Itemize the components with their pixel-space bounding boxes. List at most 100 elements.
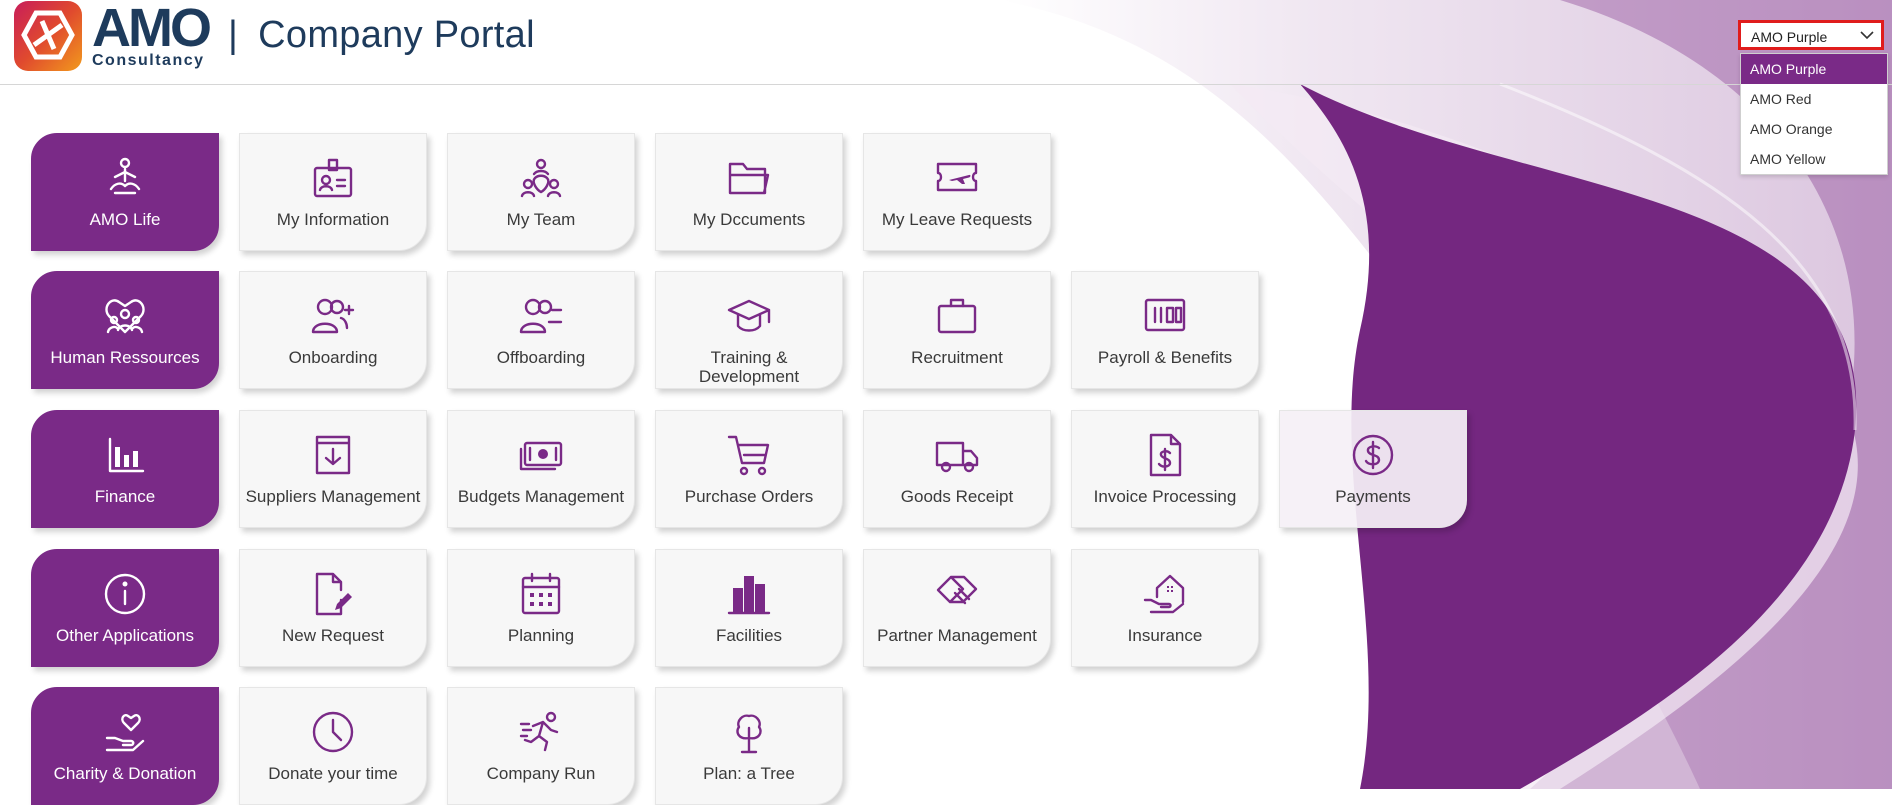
tile-offboarding[interactable]: Offboarding [447, 271, 635, 389]
house-hand-icon [1143, 574, 1185, 614]
tile-insurance[interactable]: Insurance [1071, 549, 1259, 667]
app-header: AMO Consultancy | Company Portal [0, 0, 1892, 85]
tile-label: Partner Management [877, 626, 1037, 645]
info-circle-icon [104, 573, 146, 615]
tile-company-run[interactable]: Company Run [447, 687, 635, 805]
background-swoosh [1000, 0, 1892, 789]
shopping-cart-icon [727, 435, 770, 476]
tile-invoice-processing[interactable]: Invoice Processing [1071, 410, 1259, 528]
tree-icon [736, 714, 762, 754]
theme-select[interactable]: AMO Purple [1738, 20, 1884, 50]
logo-text: AMO [92, 0, 212, 58]
tile-label: Facilities [715, 626, 783, 645]
briefcase-icon [937, 298, 977, 334]
category-label: Finance [94, 487, 156, 506]
tile-label: Planning [507, 626, 575, 645]
cash-register-icon [1144, 298, 1186, 332]
plane-ticket-icon [936, 162, 978, 192]
meditation-icon [109, 157, 141, 195]
chevron-down-icon [1860, 31, 1874, 40]
logo-subtext: Consultancy [92, 52, 205, 69]
document-edit-icon [315, 572, 352, 616]
title-text: Company Portal [258, 14, 535, 56]
category-finance[interactable]: Finance [31, 410, 219, 528]
tile-my-documents[interactable]: My Dccuments [655, 133, 843, 251]
category-label: Charity & Donation [53, 764, 197, 783]
theme-option-orange[interactable]: AMO Orange [1741, 114, 1887, 144]
truck-icon [935, 441, 979, 473]
tile-label: Payroll & Benefits [1097, 348, 1233, 367]
tile-label: Payments [1335, 487, 1411, 506]
invoice-dollar-icon [1149, 433, 1182, 477]
user-remove-icon [519, 298, 563, 334]
tile-label: Offboarding [496, 348, 586, 367]
category-amo-life[interactable]: AMO Life [31, 133, 219, 251]
logo-icon [14, 1, 82, 71]
inbox-download-icon [315, 435, 351, 475]
theme-option-red[interactable]: AMO Red [1741, 84, 1887, 114]
theme-select-value: AMO Purple [1751, 29, 1828, 45]
tile-facilities[interactable]: Facilities [655, 549, 843, 667]
tile-planning[interactable]: Planning [447, 549, 635, 667]
tile-my-information[interactable]: My Information [239, 133, 427, 251]
tile-label: Invoice Processing [1093, 487, 1237, 506]
tile-label: Training & Development [698, 348, 800, 386]
tile-label: My Team [506, 210, 576, 229]
bar-chart-icon [108, 437, 145, 473]
clock-icon [312, 711, 354, 753]
tile-new-request[interactable]: New Request [239, 549, 427, 667]
tile-label: My Leave Requests [881, 210, 1033, 229]
tile-purchase-orders[interactable]: Purchase Orders [655, 410, 843, 528]
category-label: AMO Life [89, 210, 161, 229]
handshake-icon [936, 575, 978, 605]
tile-my-leave-requests[interactable]: My Leave Requests [863, 133, 1051, 251]
tile-label: Onboarding [288, 348, 378, 367]
theme-dropdown: AMO Purple AMO Red AMO Orange AMO Yellow [1740, 53, 1888, 175]
logo-wordmark: AMO Consultancy [92, 0, 212, 70]
folder-icon [728, 162, 770, 195]
heart-hand-icon [105, 714, 145, 752]
tile-label: Budgets Management [457, 487, 625, 506]
tile-label: Plan: a Tree [703, 764, 795, 783]
tile-my-team[interactable]: My Team [447, 133, 635, 251]
graduation-cap-icon [727, 299, 771, 332]
tile-recruitment[interactable]: Recruitment [863, 271, 1051, 389]
tile-label: My Information [276, 210, 390, 229]
tile-label: Purchase Orders [684, 487, 814, 506]
tile-donate-your-time[interactable]: Donate your time [239, 687, 427, 805]
team-icon [520, 158, 562, 198]
id-badge-icon [313, 158, 353, 198]
tile-training-development[interactable]: Training & Development [655, 271, 843, 389]
tile-label: Recruitment [911, 348, 1003, 367]
title-separator: | [228, 14, 239, 56]
calendar-icon [521, 572, 561, 615]
tile-label: Insurance [1127, 626, 1203, 645]
tile-label: Donate your time [268, 764, 398, 783]
tile-label: My Dccuments [692, 210, 806, 229]
tile-plant-a-tree[interactable]: Plan: a Tree [655, 687, 843, 805]
tile-budgets-management[interactable]: Budgets Management [447, 410, 635, 528]
tile-label: Suppliers Management [245, 487, 421, 506]
theme-option-purple[interactable]: AMO Purple [1741, 54, 1887, 84]
category-label: Other Applications [56, 626, 194, 645]
tile-suppliers-management[interactable]: Suppliers Management [239, 410, 427, 528]
user-add-icon [311, 298, 355, 334]
money-icon [519, 441, 563, 471]
tile-label: New Request [281, 626, 385, 645]
people-heart-icon [105, 299, 145, 334]
category-other-applications[interactable]: Other Applications [31, 549, 219, 667]
tile-label: Company Run [486, 764, 596, 783]
tile-payroll-benefits[interactable]: Payroll & Benefits [1071, 271, 1259, 389]
tile-onboarding[interactable]: Onboarding [239, 271, 427, 389]
category-charity-donation[interactable]: Charity & Donation [31, 687, 219, 805]
buildings-icon [727, 576, 771, 615]
page-title: | Company Portal [228, 14, 535, 57]
tile-goods-receipt[interactable]: Goods Receipt [863, 410, 1051, 528]
tile-partner-management[interactable]: Partner Management [863, 549, 1051, 667]
tile-payments[interactable]: Payments [1279, 410, 1467, 528]
category-human-ressources[interactable]: Human Ressources [31, 271, 219, 389]
runner-icon [519, 711, 559, 752]
theme-option-yellow[interactable]: AMO Yellow [1741, 144, 1887, 174]
tile-label: Goods Receipt [900, 487, 1014, 506]
dollar-circle-icon [1352, 434, 1394, 476]
